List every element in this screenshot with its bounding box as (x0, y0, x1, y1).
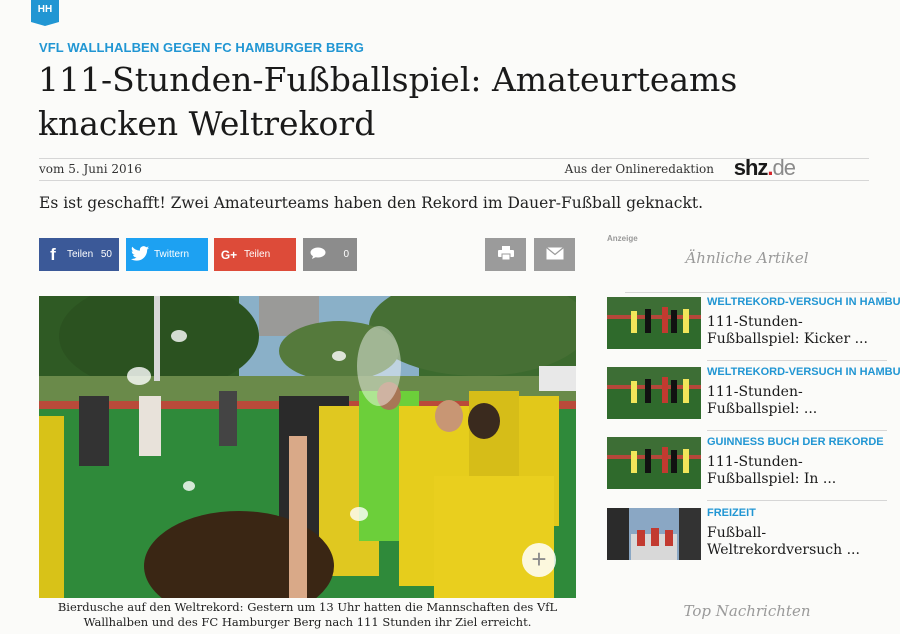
section-divider (707, 360, 887, 361)
related-article-thumbnail[interactable] (607, 437, 701, 489)
related-article-kicker[interactable]: GUINNESS BUCH DER REKORDE (707, 436, 884, 448)
article-source: Aus der Onlineredaktion (564, 162, 714, 176)
region-badge[interactable]: HH (31, 0, 59, 26)
section-divider (625, 292, 887, 293)
article-headline: 111-Stunden-Fußballspiel: Amateurteams k… (38, 60, 738, 143)
share-bar: f Teilen 50 Twittern G+ Teilen 0 (39, 238, 579, 271)
article-date: vom 5. Juni 2016 (39, 162, 142, 176)
related-article-kicker[interactable]: WELTREKORD-VERSUCH IN HAMBURG (707, 296, 900, 308)
print-button[interactable] (485, 238, 526, 271)
related-article[interactable]: WELTREKORD-VERSUCH IN HAMBURG 111-Stunde… (607, 296, 900, 355)
email-button[interactable] (534, 238, 575, 271)
related-article-title[interactable]: 111-Stunden-Fußballspiel: ... (707, 384, 887, 418)
related-article-title[interactable]: 111-Stunden-Fußballspiel: Kicker ... (707, 314, 887, 348)
comments-button[interactable]: 0 (303, 238, 357, 271)
related-article-thumbnail[interactable] (607, 508, 701, 560)
googleplus-share-label: Teilen (244, 249, 271, 260)
section-divider (707, 500, 887, 501)
printer-icon (497, 246, 514, 263)
twitter-share-button[interactable]: Twittern (126, 238, 208, 271)
related-article-kicker[interactable]: FREIZEIT (707, 507, 756, 519)
facebook-share-label: Teilen (67, 249, 94, 260)
related-article-title[interactable]: 111-Stunden-Fußballspiel: In ... (707, 454, 887, 488)
facebook-icon: f (50, 244, 56, 264)
similar-articles-heading: Ähnliche Artikel (685, 249, 809, 267)
article-meta-bar: vom 5. Juni 2016 Aus der Onlineredaktion… (39, 155, 869, 181)
article-photo[interactable] (39, 296, 576, 598)
logo-tld: de (772, 155, 797, 180)
envelope-icon (545, 246, 564, 263)
article-kicker: VFL WALLHALBEN GEGEN FC HAMBURGER BERG (39, 40, 364, 55)
photo-zoom-button[interactable]: + (522, 543, 556, 577)
related-article[interactable]: GUINNESS BUCH DER REKORDE 111-Stunden-Fu… (607, 436, 887, 495)
section-divider (707, 430, 887, 431)
ad-label: Anzeige (607, 234, 638, 243)
twitter-share-label: Twittern (154, 249, 190, 260)
related-article-thumbnail[interactable] (607, 297, 701, 349)
related-article-title[interactable]: Fußball-Weltrekordversuch ... (707, 525, 887, 559)
googleplus-icon: G+ (220, 247, 238, 262)
top-news-heading: Top Nachrichten (683, 602, 811, 620)
comment-bubble-icon (303, 247, 333, 262)
comments-count: 0 (343, 249, 349, 260)
related-article-thumbnail[interactable] (607, 367, 701, 419)
related-article[interactable]: FREIZEIT Fußball-Weltrekordversuch ... (607, 507, 887, 566)
facebook-share-button[interactable]: f Teilen 50 (39, 238, 119, 271)
logo-name: shz (733, 155, 769, 180)
article-teaser: Es ist geschafft! Zwei Amateurteams habe… (39, 194, 704, 212)
photo-caption: Bierdusche auf den Weltrekord: Gestern u… (57, 600, 558, 629)
related-article-kicker[interactable]: WELTREKORD-VERSUCH IN HAMBURG (707, 366, 900, 378)
googleplus-share-button[interactable]: G+ Teilen (214, 238, 296, 271)
related-article[interactable]: WELTREKORD-VERSUCH IN HAMBURG 111-Stunde… (607, 366, 900, 425)
shz-logo[interactable]: shz.de (733, 155, 797, 181)
facebook-share-count: 50 (100, 249, 112, 260)
twitter-icon (126, 245, 154, 264)
